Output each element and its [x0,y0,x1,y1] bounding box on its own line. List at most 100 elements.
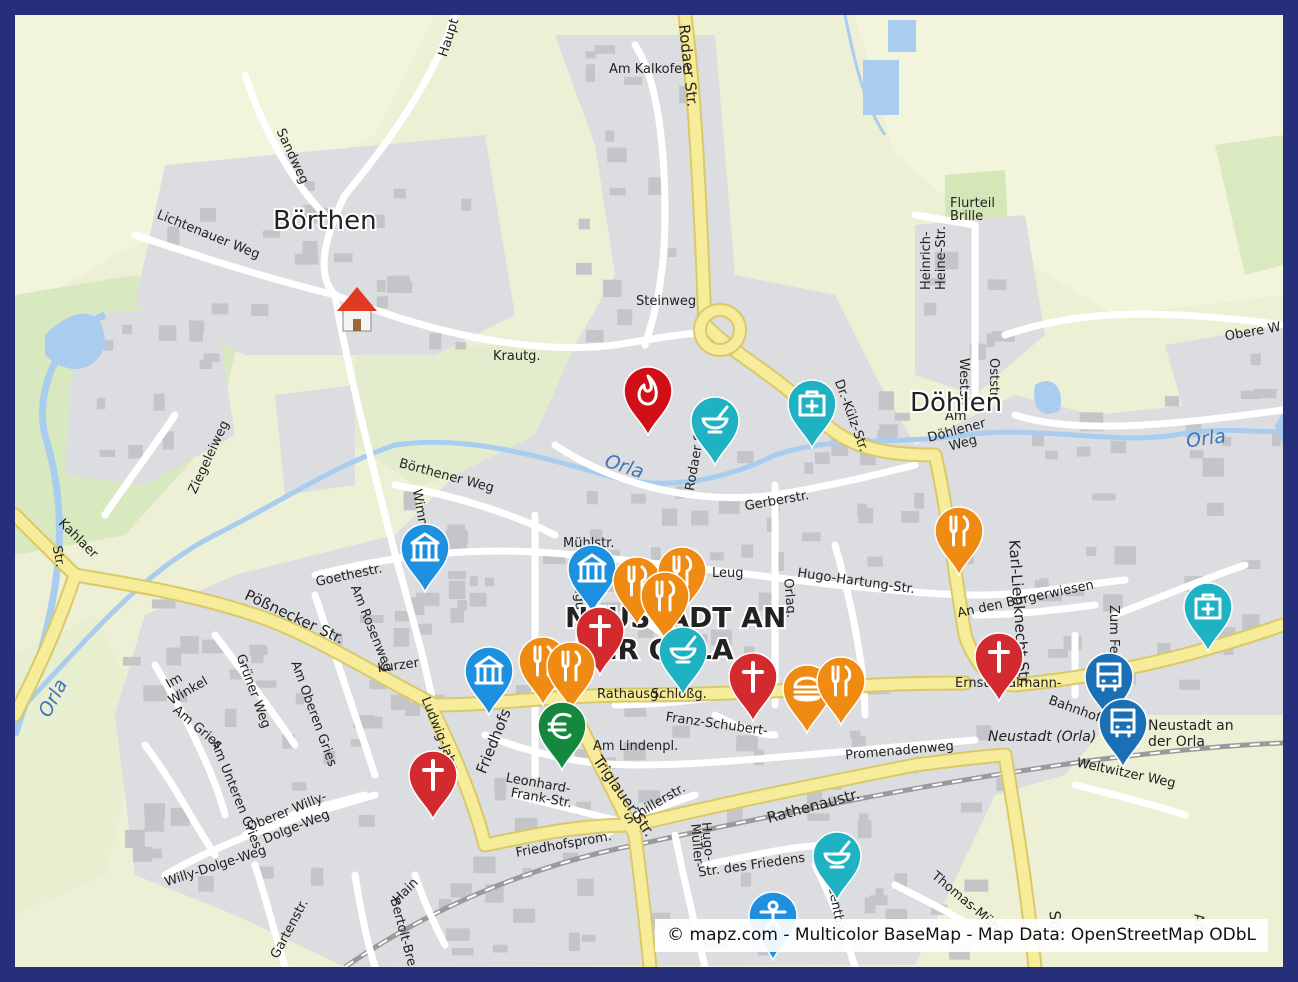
building [144,803,165,819]
map-svg[interactable]: Orla Orla Orla Haupt Sandweg Am Kalkofen… [15,15,1283,967]
building [1114,546,1136,565]
building [586,491,598,505]
building [1048,649,1068,658]
building [145,848,162,859]
building [668,248,677,257]
building [211,303,229,315]
building [1076,446,1091,457]
building [581,934,596,942]
building [359,716,383,729]
building [291,782,307,791]
building [123,656,141,666]
building [513,908,536,923]
building [311,867,324,886]
building [143,685,167,702]
building [894,412,910,421]
building [448,580,466,600]
building [125,829,145,848]
building [576,262,592,275]
building [617,309,633,326]
building [914,492,925,509]
building [448,571,467,580]
building [568,932,580,952]
building [858,813,869,830]
building [850,730,861,738]
building [99,449,116,457]
building [578,218,590,230]
building [924,302,937,316]
building [718,499,740,514]
building [804,462,814,474]
building [189,330,203,342]
building [393,628,410,647]
building [741,872,752,887]
street-label: Leug [712,566,744,581]
map-attribution[interactable]: © mapz.com - Multicolor BaseMap - Map Da… [655,919,1268,952]
building [144,818,165,832]
building [736,735,758,752]
building [1254,388,1277,399]
building [200,208,216,222]
building [387,275,410,293]
place-label-boerthen: Börthen [273,206,377,236]
building [450,608,464,623]
building [1045,450,1058,460]
map-canvas[interactable]: Orla Orla Orla Haupt Sandweg Am Kalkofen… [15,15,1283,967]
building [1086,546,1097,556]
building [585,64,595,82]
street-label: Heinrich- [919,231,934,290]
building [376,280,386,293]
building [96,398,106,410]
building [1164,396,1180,407]
building [858,508,874,524]
building [461,198,472,211]
street-label: Am Kalkofen [609,62,690,77]
building [661,508,678,526]
street-label: Steinweg [636,294,696,309]
building [199,359,212,370]
building [455,341,467,350]
building [180,636,199,654]
building [302,241,318,259]
building [741,544,754,558]
building [987,279,1007,290]
building [393,188,406,199]
building [737,451,754,464]
building [624,76,643,85]
place-label-doehlen: Döhlen [910,388,1002,418]
building [473,856,496,874]
building [605,130,615,142]
building [446,928,470,941]
building [651,547,661,561]
building [602,279,622,298]
building [492,944,508,953]
street-label: Am Lindenpl. [593,739,678,754]
building [333,253,353,263]
building [814,452,830,464]
building [609,187,626,196]
building [631,493,646,504]
building [128,445,143,459]
building [607,147,627,163]
building [691,510,709,526]
building [469,576,478,587]
building [709,552,724,561]
street-label: Brille [950,209,983,224]
building [469,592,487,607]
building [151,599,176,609]
building [577,878,594,896]
building [495,786,506,801]
building [484,577,495,587]
building [358,814,375,827]
building [869,895,888,906]
building [878,391,894,410]
building [802,532,821,542]
building [122,324,132,334]
building [1202,457,1224,477]
building [153,393,165,411]
street-label: Neustadt (Orla) [988,729,1096,745]
building [594,45,616,54]
building [960,802,982,813]
building [1250,353,1261,366]
building [251,644,264,664]
